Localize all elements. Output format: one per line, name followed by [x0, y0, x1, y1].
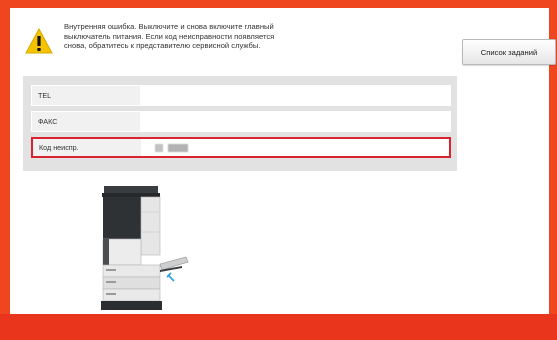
info-row-tel: TEL [31, 85, 451, 106]
red-frame-bottom [0, 314, 557, 340]
info-value-fax [140, 112, 450, 131]
redacted-code-part [168, 143, 188, 152]
info-row-fax: ФАКС [31, 111, 451, 132]
error-message: Внутренняя ошибка. Выключите и снова вкл… [64, 22, 364, 51]
info-value-error-code [141, 139, 449, 156]
error-screen: Внутренняя ошибка. Выключите и снова вкл… [10, 8, 556, 314]
info-value-tel [140, 86, 450, 105]
red-frame-top [0, 0, 557, 8]
error-message-line: снова, обратитесь к представителю сервис… [64, 41, 261, 51]
service-info-panel: TEL ФАКС Код неиспр. [23, 76, 457, 171]
redacted-code-part [155, 143, 163, 152]
info-label-error-code: Код неиспр. [33, 139, 141, 156]
error-message-line: Внутренняя ошибка. Выключите и снова вкл… [64, 22, 274, 31]
info-label-tel: TEL [32, 86, 140, 105]
printer-illustration [101, 186, 189, 310]
red-frame-left [0, 0, 10, 340]
warning-icon [25, 28, 53, 54]
job-list-button[interactable]: Список заданий [462, 39, 556, 65]
error-message-line: выключатель питания. Если код неисправно… [64, 31, 275, 41]
info-label-fax: ФАКС [32, 112, 140, 131]
info-row-error-code: Код неиспр. [31, 137, 451, 158]
job-list-button-label: Список заданий [480, 47, 538, 57]
